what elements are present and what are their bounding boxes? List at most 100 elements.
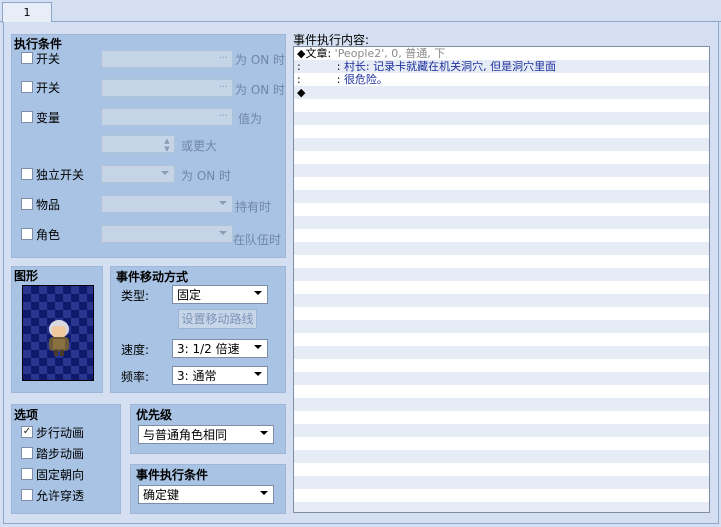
line-prefix: ◆文章: xyxy=(297,47,332,60)
event-contents-list[interactable]: ◆文章: 'People2', 0, 普通, 下 :: 村长: 记录卡就藏在机关… xyxy=(293,46,710,513)
item-label: 物品 xyxy=(36,198,61,212)
variable-value-stepper[interactable]: ▲ ▼ xyxy=(101,135,175,153)
variable-label: 变量 xyxy=(36,111,61,125)
empty-row[interactable] xyxy=(294,398,709,411)
movement-speed-label: 速度: xyxy=(121,343,150,357)
through-checkbox[interactable] xyxy=(21,489,33,501)
chevron-down-icon xyxy=(254,291,262,295)
chevron-down-icon xyxy=(254,372,262,376)
set-route-button[interactable]: 设置移动路线 xyxy=(178,309,257,329)
switch2-label: 开关 xyxy=(36,81,61,95)
empty-row[interactable] xyxy=(294,307,709,320)
graphic-preview[interactable] xyxy=(22,285,94,381)
list-item[interactable]: :: 很危险。 xyxy=(294,73,709,86)
switch2-checkbox[interactable] xyxy=(21,81,33,93)
empty-row[interactable] xyxy=(294,216,709,229)
movement-speed-value: 3: 1/2 倍速 xyxy=(177,342,240,356)
line-sub-prefix: : xyxy=(336,60,341,73)
switch1-field[interactable]: ··· xyxy=(101,50,233,68)
list-item[interactable]: ◆ xyxy=(294,86,709,99)
fixed-dir-checkbox[interactable] xyxy=(21,468,33,480)
empty-row[interactable] xyxy=(294,502,709,512)
empty-row[interactable] xyxy=(294,281,709,294)
trigger-value: 确定键 xyxy=(143,488,180,502)
chevron-down-icon xyxy=(161,171,169,175)
empty-row[interactable] xyxy=(294,112,709,125)
empty-row[interactable] xyxy=(294,203,709,216)
movement-type-value: 固定 xyxy=(177,288,202,302)
through-label: 允许穿透 xyxy=(36,489,85,503)
actor-suffix: 在队伍时 xyxy=(233,233,282,247)
empty-row[interactable] xyxy=(294,294,709,307)
trigger-title: 事件执行条件 xyxy=(136,468,209,482)
line-params: 'People2', 0, 普通, 下 xyxy=(334,47,446,60)
actor-checkbox[interactable] xyxy=(21,228,33,240)
switch1-checkbox[interactable] xyxy=(21,52,33,64)
movement-freq-label: 频率: xyxy=(121,370,150,384)
variable-field[interactable]: ··· xyxy=(101,108,233,126)
line-sub-prefix: : xyxy=(336,73,341,86)
empty-row[interactable] xyxy=(294,333,709,346)
tab-page-1[interactable]: 1 xyxy=(2,2,52,23)
self-switch-select[interactable] xyxy=(101,165,175,183)
empty-row[interactable] xyxy=(294,125,709,138)
empty-row[interactable] xyxy=(294,229,709,242)
variable-suffix: 值为 xyxy=(238,112,263,126)
item-select[interactable] xyxy=(101,195,233,213)
empty-row[interactable] xyxy=(294,151,709,164)
character-sprite-icon xyxy=(23,286,93,380)
movement-type-label: 类型: xyxy=(121,289,150,303)
movement-title: 事件移动方式 xyxy=(116,270,189,284)
line-prefix: : xyxy=(297,73,301,86)
line-text: 村长: 记录卡就藏在机关洞穴, 但是洞穴里面 xyxy=(343,60,557,73)
priority-select[interactable]: 与普通角色相同 xyxy=(138,425,274,444)
empty-row[interactable] xyxy=(294,489,709,502)
movement-freq-select[interactable]: 3: 通常 xyxy=(172,366,268,385)
empty-row[interactable] xyxy=(294,372,709,385)
empty-row[interactable] xyxy=(294,411,709,424)
switch2-field[interactable]: ··· xyxy=(101,79,233,97)
empty-row[interactable] xyxy=(294,177,709,190)
switch1-suffix: 为 ON 时 xyxy=(235,53,286,67)
list-item[interactable]: ◆文章: 'People2', 0, 普通, 下 xyxy=(294,47,709,60)
empty-row[interactable] xyxy=(294,164,709,177)
empty-row[interactable] xyxy=(294,190,709,203)
empty-row[interactable] xyxy=(294,138,709,151)
empty-row[interactable] xyxy=(294,99,709,112)
empty-row[interactable] xyxy=(294,476,709,489)
empty-row[interactable] xyxy=(294,359,709,372)
priority-title: 优先级 xyxy=(136,408,173,422)
list-item[interactable]: :: 村长: 记录卡就藏在机关洞穴, 但是洞穴里面 xyxy=(294,60,709,73)
empty-row[interactable] xyxy=(294,437,709,450)
step-anim-label: 踏步动画 xyxy=(36,447,85,461)
empty-row[interactable] xyxy=(294,385,709,398)
actor-select[interactable] xyxy=(101,225,233,243)
line-text: 很危险。 xyxy=(343,73,388,86)
empty-row[interactable] xyxy=(294,346,709,359)
line-prefix: ◆ xyxy=(297,86,306,99)
tab-bar xyxy=(0,0,721,22)
movement-speed-select[interactable]: 3: 1/2 倍速 xyxy=(172,339,268,358)
chevron-down-icon xyxy=(260,431,268,435)
movement-type-select[interactable]: 固定 xyxy=(172,285,268,304)
item-checkbox[interactable] xyxy=(21,198,33,210)
switch2-suffix: 为 ON 时 xyxy=(235,83,286,97)
empty-row[interactable] xyxy=(294,255,709,268)
chevron-down-icon xyxy=(219,231,227,235)
empty-row[interactable] xyxy=(294,268,709,281)
self-switch-checkbox[interactable] xyxy=(21,168,33,180)
variable-suffix2: 或更大 xyxy=(181,139,218,153)
step-anim-checkbox[interactable] xyxy=(21,447,33,459)
trigger-select[interactable]: 确定键 xyxy=(138,485,274,504)
walk-anim-checkbox[interactable]: ✓ xyxy=(21,426,33,438)
actor-label: 角色 xyxy=(36,228,61,242)
item-suffix: 持有时 xyxy=(235,200,272,214)
empty-row[interactable] xyxy=(294,320,709,333)
empty-row[interactable] xyxy=(294,424,709,437)
empty-row[interactable] xyxy=(294,450,709,463)
check-icon: ✓ xyxy=(22,426,32,437)
variable-checkbox[interactable] xyxy=(21,111,33,123)
empty-row[interactable] xyxy=(294,242,709,255)
empty-row[interactable] xyxy=(294,463,709,476)
walk-anim-label: 步行动画 xyxy=(36,426,85,440)
